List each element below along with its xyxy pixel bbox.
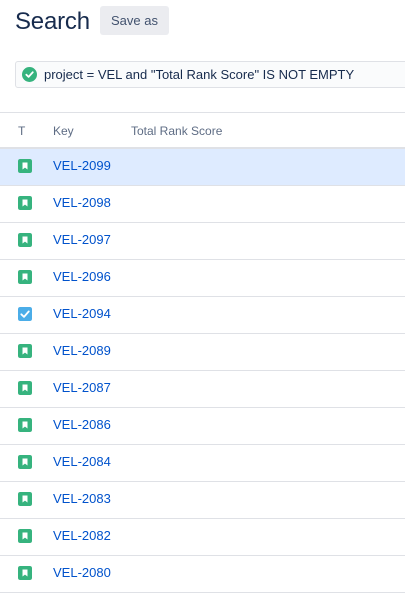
- table-row[interactable]: VEL-2086: [0, 408, 405, 445]
- column-header-row: T Key Total Rank Score: [0, 113, 405, 149]
- issue-key-link[interactable]: VEL-2096: [53, 269, 111, 285]
- story-type-icon: [18, 344, 32, 358]
- issue-key-link[interactable]: VEL-2098: [53, 195, 111, 211]
- column-header-total-rank-score[interactable]: Total Rank Score: [131, 124, 222, 138]
- table-row[interactable]: VEL-2097: [0, 223, 405, 260]
- story-type-icon: [18, 492, 32, 506]
- issue-key-link[interactable]: VEL-2089: [53, 343, 111, 359]
- issue-key-link[interactable]: VEL-2083: [53, 491, 111, 507]
- table-row[interactable]: VEL-2096: [0, 260, 405, 297]
- issue-key-link[interactable]: VEL-2087: [53, 380, 111, 396]
- page-title: Search: [15, 8, 90, 35]
- story-type-icon: [18, 381, 32, 395]
- story-type-icon: [18, 233, 32, 247]
- story-type-icon: [18, 196, 32, 210]
- table-row[interactable]: VEL-2087: [0, 371, 405, 408]
- table-body: VEL-2099 VEL-2098 VEL-2097 VEL-2096 VEL-2094…: [0, 149, 405, 593]
- table-row[interactable]: VEL-2098: [0, 186, 405, 223]
- jql-query-field[interactable]: project = VEL and "Total Rank Score" IS …: [15, 61, 405, 88]
- table-row[interactable]: VEL-2082: [0, 519, 405, 556]
- table-row[interactable]: VEL-2099: [0, 149, 405, 186]
- valid-check-icon: [22, 67, 37, 82]
- issue-key-link[interactable]: VEL-2086: [53, 417, 111, 433]
- jql-query-text: project = VEL and "Total Rank Score" IS …: [44, 67, 355, 82]
- issue-key-link[interactable]: VEL-2099: [53, 158, 111, 174]
- story-type-icon: [18, 159, 32, 173]
- issue-key-link[interactable]: VEL-2084: [53, 454, 111, 470]
- story-type-icon: [18, 418, 32, 432]
- table-row[interactable]: VEL-2089: [0, 334, 405, 371]
- column-header-type[interactable]: T: [18, 124, 25, 138]
- story-type-icon: [18, 270, 32, 284]
- story-type-icon: [18, 566, 32, 580]
- issue-key-link[interactable]: VEL-2094: [53, 306, 111, 322]
- issue-search-page: Search Save as project = VEL and "Total …: [0, 0, 405, 598]
- table-row[interactable]: VEL-2083: [0, 482, 405, 519]
- task-type-icon: [18, 307, 32, 321]
- save-as-button[interactable]: Save as: [100, 6, 169, 35]
- header: Search Save as: [0, 0, 405, 44]
- story-type-icon: [18, 455, 32, 469]
- table-row[interactable]: VEL-2080: [0, 556, 405, 593]
- table-row[interactable]: VEL-2094: [0, 297, 405, 334]
- issue-key-link[interactable]: VEL-2097: [53, 232, 111, 248]
- story-type-icon: [18, 529, 32, 543]
- table-row[interactable]: VEL-2084: [0, 445, 405, 482]
- issue-key-link[interactable]: VEL-2080: [53, 565, 111, 581]
- column-header-key[interactable]: Key: [53, 124, 74, 138]
- issue-key-link[interactable]: VEL-2082: [53, 528, 111, 544]
